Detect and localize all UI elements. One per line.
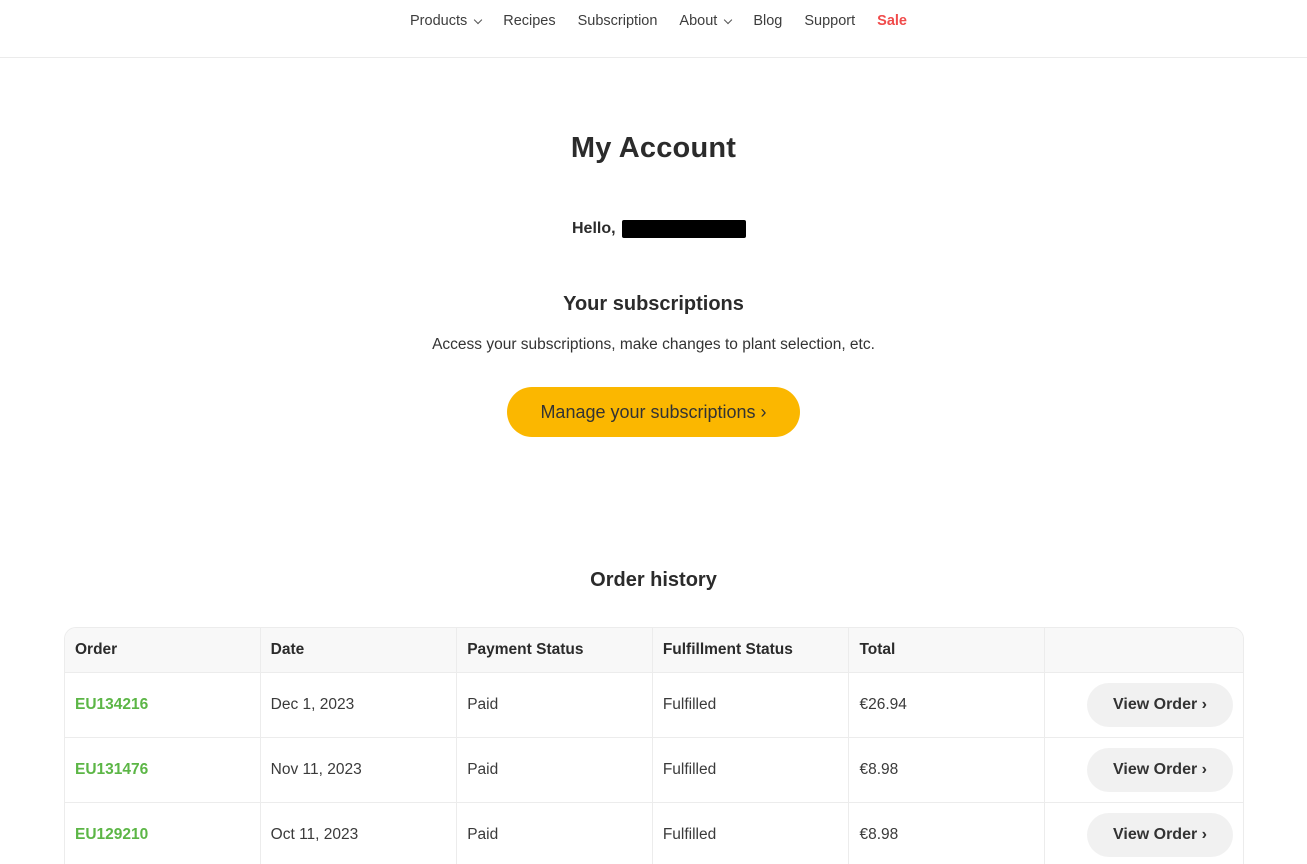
nav-item-sale[interactable]: Sale — [877, 11, 907, 31]
nav-menu: Products Recipes Subscription About Blog… — [410, 11, 929, 31]
redacted-username — [621, 220, 746, 238]
order-number-link[interactable]: EU129210 — [75, 826, 148, 843]
order-total: €8.98 — [849, 738, 1046, 803]
table-row: EU129210 Oct 11, 2023 Paid Fulfilled €8.… — [65, 803, 1243, 864]
fulfillment-status: Fulfilled — [653, 803, 850, 864]
payment-status: Paid — [457, 803, 653, 864]
order-total: €8.98 — [849, 803, 1046, 864]
column-header-payment-status: Payment Status — [457, 628, 653, 673]
view-order-button[interactable]: View Order › — [1087, 683, 1233, 727]
greeting: Hello, — [572, 220, 746, 238]
nav-item-label: About — [679, 13, 718, 29]
nav-item-label: Subscription — [577, 13, 658, 29]
nav-item-blog[interactable]: Blog — [753, 11, 782, 31]
view-order-button[interactable]: View Order › — [1087, 748, 1233, 792]
order-date: Oct 11, 2023 — [261, 803, 458, 864]
table-row: EU131476 Nov 11, 2023 Paid Fulfilled €8.… — [65, 738, 1243, 803]
nav-item-label: Support — [804, 13, 856, 29]
table-header-row: Order Date Payment Status Fulfillment St… — [65, 628, 1243, 673]
nav-item-recipes[interactable]: Recipes — [503, 11, 555, 31]
payment-status: Paid — [457, 673, 653, 738]
column-header-actions — [1045, 628, 1243, 673]
order-total: €26.94 — [849, 673, 1046, 738]
column-header-total: Total — [849, 628, 1046, 673]
nav-item-products[interactable]: Products — [410, 11, 483, 31]
order-number-link[interactable]: EU134216 — [75, 696, 148, 713]
table-row: EU134216 Dec 1, 2023 Paid Fulfilled €26.… — [65, 673, 1243, 738]
nav-item-label: Sale — [877, 13, 907, 29]
nav-item-label: Blog — [753, 13, 783, 29]
greeting-text: Hello, — [572, 220, 616, 237]
nav-item-subscription[interactable]: Subscription — [578, 11, 658, 31]
column-header-date: Date — [260, 628, 458, 673]
order-history-heading: Order history — [590, 569, 717, 591]
column-header-fulfillment-status: Fulfillment Status — [652, 628, 850, 673]
nav-item-label: Recipes — [503, 13, 556, 29]
order-history-table: Order Date Payment Status Fulfillment St… — [64, 627, 1244, 864]
fulfillment-status: Fulfilled — [652, 738, 850, 803]
nav-item-about[interactable]: About — [679, 11, 733, 31]
chevron-down-icon — [724, 15, 733, 24]
chevron-down-icon — [473, 15, 483, 24]
manage-subscriptions-button[interactable]: Manage your subscriptions › — [507, 387, 800, 437]
order-number-link[interactable]: EU131476 — [75, 761, 148, 778]
nav-item-support[interactable]: Support — [804, 11, 855, 31]
subscriptions-description: Access your subscriptions, make changes … — [432, 336, 875, 353]
order-date: Nov 11, 2023 — [260, 738, 458, 803]
top-navigation: Products Recipes Subscription About Blog… — [0, 0, 1307, 58]
order-date: Dec 1, 2023 — [260, 673, 458, 738]
subscriptions-heading: Your subscriptions — [563, 293, 744, 315]
page-title: My Account — [570, 132, 737, 164]
payment-status: Paid — [457, 738, 653, 803]
column-header-order: Order — [65, 628, 261, 673]
nav-item-label: Products — [410, 13, 468, 29]
fulfillment-status: Fulfilled — [652, 673, 850, 738]
view-order-button[interactable]: View Order › — [1087, 813, 1233, 857]
